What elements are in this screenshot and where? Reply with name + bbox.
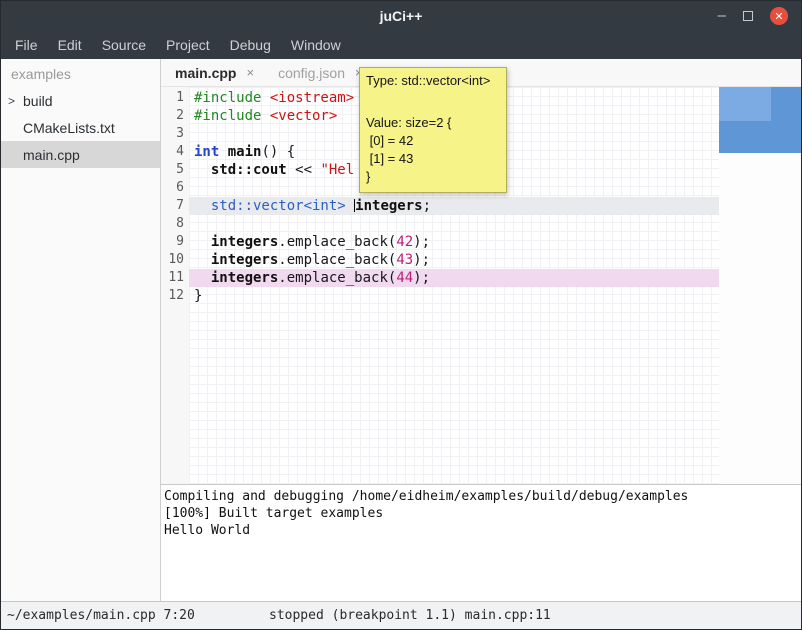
sidebar-item-main-cpp[interactable]: >main.cpp: [1, 141, 160, 168]
scroll-thumb[interactable]: [719, 87, 801, 153]
code-token: integers: [211, 252, 278, 268]
line-number[interactable]: 6: [161, 179, 184, 197]
code-token: ;: [423, 198, 431, 214]
status-bar: ~/examples/main.cpp 7:20 stopped (breakp…: [1, 601, 801, 629]
expander-chevron-icon[interactable]: >: [8, 94, 23, 108]
tooltip-value-line: Value: size=2 {: [366, 114, 500, 132]
line-number[interactable]: 7: [161, 197, 184, 215]
code-line-9[interactable]: integers.emplace_back(42);: [189, 233, 719, 251]
line-number[interactable]: 3: [161, 125, 184, 143]
output-line: [100%] Built target examples: [164, 505, 798, 522]
code-token: 42: [396, 234, 413, 250]
build-output-panel: Compiling and debugging /home/eidheim/ex…: [161, 484, 801, 601]
code-line-11[interactable]: integers.emplace_back(44);: [189, 269, 719, 287]
project-name-label: examples: [1, 59, 160, 87]
output-line: Hello World: [164, 522, 798, 539]
code-token: #include: [194, 90, 270, 106]
title-bar: juCi++ – ✕: [1, 1, 801, 31]
sidebar-item-cmakelists-txt[interactable]: >CMakeLists.txt: [1, 114, 160, 141]
code-line-10[interactable]: integers.emplace_back(43);: [189, 251, 719, 269]
code-token: std::cout: [211, 162, 287, 178]
output-line: Compiling and debugging /home/eidheim/ex…: [164, 488, 798, 505]
code-token: .emplace_back(: [278, 252, 396, 268]
code-token: [194, 270, 211, 286]
line-number[interactable]: 10: [161, 251, 184, 269]
status-file-position: ~/examples/main.cpp 7:20: [7, 608, 195, 623]
tab-close-icon[interactable]: ×: [246, 65, 254, 80]
file-tree-panel: examples >build>CMakeLists.txt>main.cpp: [1, 59, 161, 601]
tab-label: config.json: [278, 65, 345, 81]
code-token: integers: [211, 234, 278, 250]
line-number[interactable]: 2: [161, 107, 184, 125]
tooltip-value-line: [0] = 42: [366, 132, 500, 150]
code-token: [194, 198, 211, 214]
menu-window[interactable]: Window: [281, 31, 351, 59]
sidebar-item-build[interactable]: >build: [1, 87, 160, 114]
code-token: [194, 234, 211, 250]
code-token: () {: [261, 144, 295, 160]
tab-config-json[interactable]: config.json×: [278, 65, 363, 81]
line-number[interactable]: 12: [161, 287, 184, 305]
code-token: );: [413, 252, 430, 268]
debug-value-tooltip: Type: std::vector<int> Value: size=2 { […: [359, 67, 507, 193]
code-token: );: [413, 270, 430, 286]
file-label: CMakeLists.txt: [23, 120, 115, 136]
code-line-7[interactable]: std::vector<int> integers;: [189, 197, 719, 215]
file-tree: >build>CMakeLists.txt>main.cpp: [1, 87, 160, 168]
minimize-icon[interactable]: –: [718, 11, 726, 21]
code-token: }: [194, 288, 202, 304]
code-token: #include: [194, 108, 270, 124]
line-number[interactable]: 4: [161, 143, 184, 161]
code-token: main: [228, 144, 262, 160]
menu-file[interactable]: File: [5, 31, 48, 59]
line-number[interactable]: 9: [161, 233, 184, 251]
line-number[interactable]: 5: [161, 161, 184, 179]
tooltip-type-line: Type: std::vector<int>: [366, 72, 500, 90]
jucipp-window: juCi++ – ✕ FileEditSourceProjectDebugWin…: [0, 0, 802, 630]
code-token: );: [413, 234, 430, 250]
tab-label: main.cpp: [175, 65, 236, 81]
line-number[interactable]: 1: [161, 89, 184, 107]
file-label: main.cpp: [23, 147, 80, 163]
code-token: <vector>: [270, 108, 337, 124]
code-token: [346, 198, 354, 214]
window-title: juCi++: [1, 8, 801, 24]
window-controls: – ✕: [718, 7, 801, 25]
menu-source[interactable]: Source: [92, 31, 156, 59]
code-token: integers: [355, 198, 422, 214]
code-token: .emplace_back(: [278, 270, 396, 286]
code-token: 43: [396, 252, 413, 268]
code-token: std::vector<int>: [211, 198, 346, 214]
code-token: int: [194, 144, 219, 160]
line-number[interactable]: 8: [161, 215, 184, 233]
tab-main-cpp[interactable]: main.cpp ×: [175, 65, 254, 81]
menu-project[interactable]: Project: [156, 31, 220, 59]
code-line-8[interactable]: [189, 215, 719, 233]
close-icon[interactable]: ✕: [770, 7, 788, 25]
scroll-thumb-highlight: [719, 87, 771, 121]
tooltip-value-block: Value: size=2 { [0] = 42 [1] = 43}: [366, 114, 500, 186]
code-token: <iostream>: [270, 90, 354, 106]
code-token: [194, 252, 211, 268]
line-number-gutter: 123456789101112: [161, 87, 189, 484]
code-token: "Hel: [320, 162, 354, 178]
line-number[interactable]: 11: [161, 269, 184, 287]
tooltip-value-line: }: [366, 168, 500, 186]
code-token: [219, 144, 227, 160]
status-debug-state: stopped (breakpoint 1.1) main.cpp:11: [269, 608, 551, 623]
menu-debug[interactable]: Debug: [220, 31, 281, 59]
menu-bar: FileEditSourceProjectDebugWindow: [1, 31, 801, 59]
tooltip-value-line: [1] = 43: [366, 150, 500, 168]
code-token: 44: [396, 270, 413, 286]
restore-icon[interactable]: [743, 11, 753, 21]
menu-edit[interactable]: Edit: [48, 31, 92, 59]
code-token: [194, 162, 211, 178]
file-label: build: [23, 93, 53, 109]
scrollbar-overview[interactable]: [719, 87, 801, 484]
code-line-12[interactable]: }: [189, 287, 719, 305]
code-token: <<: [287, 162, 321, 178]
code-token: .emplace_back(: [278, 234, 396, 250]
code-token: integers: [211, 270, 278, 286]
